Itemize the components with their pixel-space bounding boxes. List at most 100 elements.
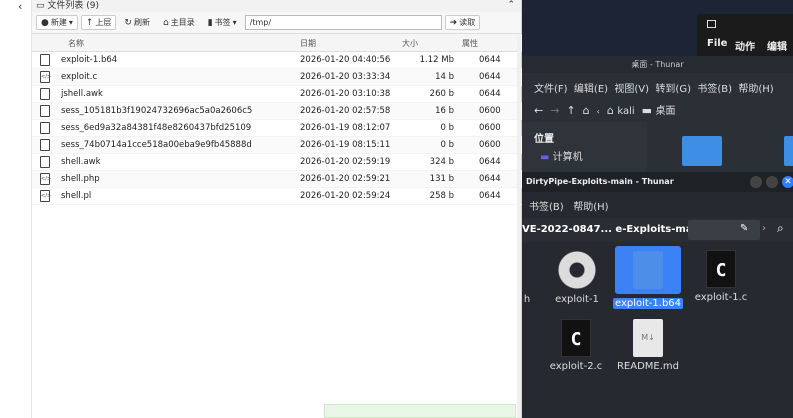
arrow-right-icon: ➜ [449, 17, 458, 28]
table-row[interactable]: sess_105181b3f19024732696ac5a0a2606c5 202… [32, 103, 522, 120]
menu-bookmarks[interactable]: 书签(B) [697, 84, 732, 95]
minimize-button[interactable] [750, 176, 762, 188]
file-size: 258 b [429, 191, 454, 201]
terminal-icon [707, 20, 716, 28]
breadcrumb[interactable]: VE-2022-0847... e-Exploits-main [522, 224, 703, 235]
menu-view[interactable]: 视图(V) [614, 84, 649, 95]
file-item-exploit-1[interactable]: exploit-1 [542, 250, 612, 305]
file-size: 16 b [435, 106, 454, 116]
column-date[interactable]: 日期 [300, 38, 316, 49]
search-icon[interactable]: ⌕ [777, 221, 784, 236]
gear-icon [557, 250, 597, 290]
item-label: exploit-1 [555, 294, 599, 305]
table-row[interactable]: shell.awk 2026-01-20 02:59:19 324 b 0644 [32, 154, 522, 171]
file-list: exploit-1.b64 2026-01-20 04:40:56 1.12 Mb 0… [32, 52, 522, 205]
scrollbar[interactable] [517, 34, 521, 418]
terminal-menu-edit[interactable]: 编辑 [767, 38, 787, 53]
file-date: 2026-01-20 04:40:56 [300, 55, 391, 65]
chevron-right-icon[interactable]: › [762, 223, 766, 234]
file-name: sess_105181b3f19024732696ac5a0a2606c5 [61, 106, 253, 116]
menu-bar: 文件(F) 编辑(E) 视图(V) 转到(G) 书签(B) 帮助(H) [534, 80, 774, 95]
home-icon[interactable]: ⌂ [583, 104, 590, 117]
file-size: 0 b [440, 140, 454, 150]
table-row[interactable]: sess_6ed9a32a84381f48e8260437bfd25109 202… [32, 120, 522, 137]
column-name[interactable]: 名称 [68, 38, 84, 49]
back-icon[interactable]: ← [534, 104, 543, 117]
up-label: 上层 [95, 18, 112, 27]
up-icon[interactable]: ↑ [566, 104, 575, 117]
file-item-exploit-1-c[interactable]: C exploit-1.c [686, 250, 756, 303]
dropdown-icon: ▾ [232, 18, 237, 27]
folder-icon[interactable] [784, 136, 793, 166]
navigation-bar: ← → ↑ ⌂ ‹ ⌂ kali ▬ 桌面 [534, 102, 676, 117]
desktop: File 动作 编辑 桌面 - Thunar 文件(F) 编辑(E) 视图(V)… [522, 0, 793, 418]
close-button[interactable]: ✕ [782, 176, 793, 188]
folder-icon: ▭ [36, 1, 45, 11]
column-attr[interactable]: 属性 [462, 38, 478, 49]
file-size: 260 b [429, 89, 454, 99]
table-row[interactable]: shell.php 2026-01-20 02:59:21 131 b 0644 [32, 171, 522, 188]
column-size[interactable]: 大小 [402, 38, 418, 49]
file-item-exploit-1-b64[interactable]: exploit-1.b64 [613, 246, 683, 309]
crumb-desktop[interactable]: 桌面 [656, 106, 676, 117]
table-row[interactable]: sess_74b0714a1cce518a00eba9e9fb45888d 202… [32, 137, 522, 154]
notification-toast [324, 404, 516, 418]
file-date: 2026-01-20 03:33:34 [300, 72, 391, 82]
left-chevron-icon[interactable]: ‹ [597, 107, 600, 116]
collapse-chevron-icon[interactable]: ⌃ [507, 0, 515, 11]
menu-go[interactable]: 转到(G) [655, 84, 691, 95]
file-date: 2026-01-20 02:59:24 [300, 191, 391, 201]
location-field[interactable] [688, 220, 760, 240]
terminal-menu-action[interactable]: 动作 [735, 38, 755, 53]
file-size: 1.12 Mb [419, 55, 454, 65]
desktop-folder-icon: ▬ [641, 104, 653, 117]
arrow-up-icon: ↑ [85, 17, 94, 28]
dropdown-icon: ▾ [68, 18, 73, 27]
file-size: 324 b [429, 157, 454, 167]
location-bar: VE-2022-0847... e-Exploits-main ✎ › ⌕ [522, 218, 793, 242]
file-attr: 0600 [479, 123, 501, 133]
file-size: 0 b [440, 123, 454, 133]
file-size: 131 b [429, 174, 454, 184]
bookmarks-button[interactable]: ▮ 书签 ▾ [203, 15, 242, 30]
path-input[interactable]: /tmp/ [244, 15, 442, 30]
menu-help[interactable]: 帮助(H) [573, 202, 608, 213]
table-row[interactable]: jshell.awk 2026-01-20 03:10:38 260 b 0644 [32, 86, 522, 103]
go-label: 读取 [459, 18, 476, 27]
table-row[interactable]: exploit.c 2026-01-20 03:33:34 14 b 0644 [32, 69, 522, 86]
window-title: 桌面 - Thunar [522, 56, 793, 73]
menu-file[interactable]: 文件(F) [534, 84, 568, 95]
file-item-readme[interactable]: M↓ README.md [613, 319, 683, 372]
thunar-desktop-window: 桌面 - Thunar 文件(F) 编辑(E) 视图(V) 转到(G) 书签(B… [522, 56, 793, 174]
refresh-button[interactable]: ↻ 刷新 [119, 15, 155, 30]
computer-label: 计算机 [552, 152, 583, 163]
back-arrow-icon[interactable]: ‹ [18, 0, 22, 13]
folder-icon[interactable] [682, 136, 722, 166]
up-button[interactable]: ↑ 上层 [80, 15, 117, 30]
bookmark-icon: ▮ [207, 17, 213, 28]
new-button[interactable]: ● 新建 ▾ [36, 15, 78, 30]
crumb-kali[interactable]: kali [617, 106, 634, 117]
table-row[interactable]: exploit-1.b64 2026-01-20 04:40:56 1.12 Mb 0… [32, 52, 522, 69]
go-button[interactable]: ➜ 读取 [444, 15, 481, 30]
file-icon [40, 122, 50, 134]
file-list-header: 名称 日期 大小 属性 [32, 34, 522, 52]
terminal-menu-file[interactable]: File [707, 38, 727, 49]
file-attr: 0644 [479, 191, 501, 201]
table-row[interactable]: shell.pl 2026-01-20 02:59:24 258 b 0644 [32, 188, 522, 205]
sidebar-item-computer[interactable]: ▬ 计算机 [540, 148, 583, 163]
computer-icon: ▬ [540, 152, 550, 163]
selection-highlight [615, 246, 681, 294]
file-item-exploit-2-c[interactable]: C exploit-2.c [541, 319, 611, 372]
home-button[interactable]: ⌂ 主目录 [158, 15, 200, 30]
forward-icon[interactable]: → [550, 104, 559, 117]
menu-edit[interactable]: 编辑(E) [574, 84, 608, 95]
menu-help[interactable]: 帮助(H) [738, 84, 773, 95]
menu-bookmarks[interactable]: 书签(B) [529, 202, 564, 213]
file-icon [40, 139, 50, 151]
file-icon [40, 156, 50, 168]
maximize-button[interactable] [766, 176, 778, 188]
places-header: 位置 [534, 134, 554, 145]
pencil-icon[interactable]: ✎ [740, 223, 748, 234]
item-label: exploit-2.c [549, 361, 603, 372]
